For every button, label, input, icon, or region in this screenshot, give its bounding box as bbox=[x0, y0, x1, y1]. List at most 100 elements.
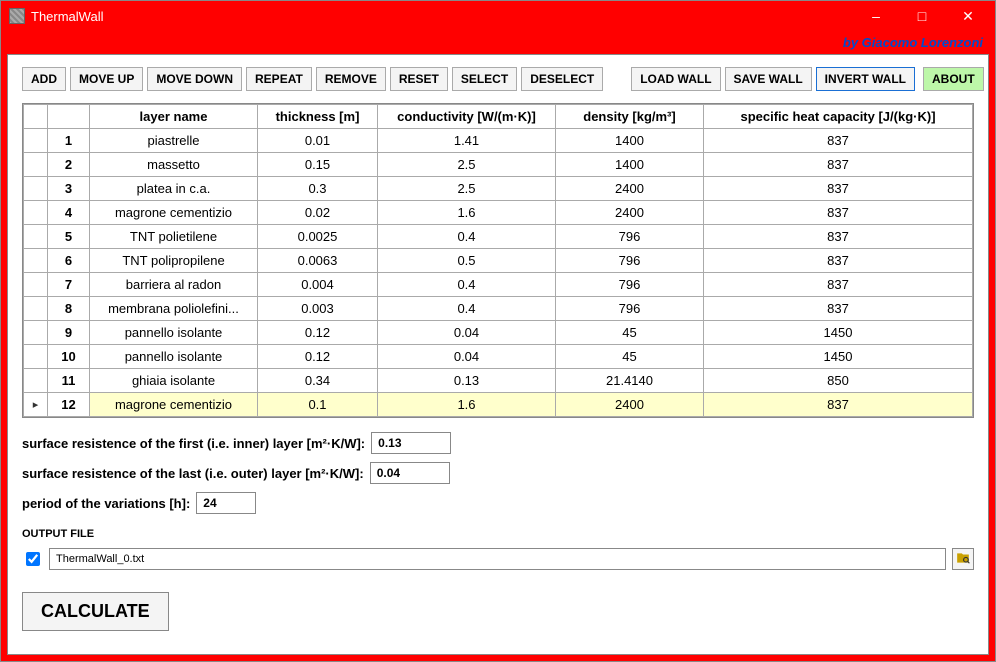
cell-shc[interactable]: 837 bbox=[704, 177, 973, 201]
cell-density[interactable]: 796 bbox=[556, 225, 704, 249]
table-row[interactable]: 5TNT polietilene0.00250.4796837 bbox=[24, 225, 973, 249]
cell-thickness[interactable]: 0.12 bbox=[258, 345, 378, 369]
cell-thickness[interactable]: 0.0025 bbox=[258, 225, 378, 249]
cell-thickness[interactable]: 0.003 bbox=[258, 297, 378, 321]
cell-layer-name[interactable]: pannello isolante bbox=[90, 321, 258, 345]
invert-wall-button[interactable]: INVERT WALL bbox=[816, 67, 915, 91]
output-file-path[interactable]: ThermalWall_0.txt bbox=[49, 548, 946, 570]
cell-layer-name[interactable]: magrone cementizio bbox=[90, 393, 258, 417]
cell-density[interactable]: 1400 bbox=[556, 153, 704, 177]
cell-thickness[interactable]: 0.15 bbox=[258, 153, 378, 177]
cell-conductivity[interactable]: 0.04 bbox=[378, 321, 556, 345]
add-button[interactable]: ADD bbox=[22, 67, 66, 91]
cell-layer-name[interactable]: pannello isolante bbox=[90, 345, 258, 369]
row-number: 8 bbox=[48, 297, 90, 321]
table-row[interactable]: 2massetto0.152.51400837 bbox=[24, 153, 973, 177]
cell-thickness[interactable]: 0.12 bbox=[258, 321, 378, 345]
cell-shc[interactable]: 837 bbox=[704, 225, 973, 249]
cell-shc[interactable]: 837 bbox=[704, 201, 973, 225]
cell-layer-name[interactable]: magrone cementizio bbox=[90, 201, 258, 225]
cell-shc[interactable]: 837 bbox=[704, 393, 973, 417]
cell-conductivity[interactable]: 0.13 bbox=[378, 369, 556, 393]
cell-density[interactable]: 2400 bbox=[556, 393, 704, 417]
reset-button[interactable]: RESET bbox=[390, 67, 448, 91]
cell-shc[interactable]: 850 bbox=[704, 369, 973, 393]
header-conductivity[interactable]: conductivity [W/(m·K)] bbox=[378, 105, 556, 129]
cell-layer-name[interactable]: TNT polietilene bbox=[90, 225, 258, 249]
rsi-input[interactable] bbox=[371, 432, 451, 454]
table-row[interactable]: ▸12magrone cementizio0.11.62400837 bbox=[24, 393, 973, 417]
table-row[interactable]: 3platea in c.a.0.32.52400837 bbox=[24, 177, 973, 201]
cell-thickness[interactable]: 0.3 bbox=[258, 177, 378, 201]
table-row[interactable]: 4magrone cementizio0.021.62400837 bbox=[24, 201, 973, 225]
maximize-button[interactable]: □ bbox=[899, 1, 945, 31]
cell-thickness[interactable]: 0.02 bbox=[258, 201, 378, 225]
cell-density[interactable]: 1400 bbox=[556, 129, 704, 153]
cell-shc[interactable]: 1450 bbox=[704, 321, 973, 345]
table-row[interactable]: 8membrana poliolefini...0.0030.4796837 bbox=[24, 297, 973, 321]
cell-shc[interactable]: 837 bbox=[704, 129, 973, 153]
cell-shc[interactable]: 837 bbox=[704, 249, 973, 273]
cell-layer-name[interactable]: membrana poliolefini... bbox=[90, 297, 258, 321]
calculate-button[interactable]: CALCULATE bbox=[22, 592, 169, 631]
cell-conductivity[interactable]: 2.5 bbox=[378, 177, 556, 201]
cell-conductivity[interactable]: 1.41 bbox=[378, 129, 556, 153]
cell-conductivity[interactable]: 1.6 bbox=[378, 393, 556, 417]
cell-conductivity[interactable]: 0.5 bbox=[378, 249, 556, 273]
table-row[interactable]: 7barriera al radon0.0040.4796837 bbox=[24, 273, 973, 297]
header-density[interactable]: density [kg/m³] bbox=[556, 105, 704, 129]
cell-layer-name[interactable]: piastrelle bbox=[90, 129, 258, 153]
table-row[interactable]: 10pannello isolante0.120.04451450 bbox=[24, 345, 973, 369]
header-layer-name[interactable]: layer name bbox=[90, 105, 258, 129]
cell-thickness[interactable]: 0.0063 bbox=[258, 249, 378, 273]
cell-conductivity[interactable]: 0.4 bbox=[378, 225, 556, 249]
cell-layer-name[interactable]: platea in c.a. bbox=[90, 177, 258, 201]
deselect-button[interactable]: DESELECT bbox=[521, 67, 603, 91]
close-button[interactable]: ✕ bbox=[945, 1, 991, 31]
cell-thickness[interactable]: 0.004 bbox=[258, 273, 378, 297]
cell-density[interactable]: 45 bbox=[556, 345, 704, 369]
header-thickness[interactable]: thickness [m] bbox=[258, 105, 378, 129]
load-wall-button[interactable]: LOAD WALL bbox=[631, 67, 720, 91]
table-row[interactable]: 1piastrelle0.011.411400837 bbox=[24, 129, 973, 153]
table-row[interactable]: 11ghiaia isolante0.340.1321.4140850 bbox=[24, 369, 973, 393]
cell-layer-name[interactable]: massetto bbox=[90, 153, 258, 177]
cell-conductivity[interactable]: 0.4 bbox=[378, 273, 556, 297]
move-up-button[interactable]: MOVE UP bbox=[70, 67, 143, 91]
select-button[interactable]: SELECT bbox=[452, 67, 517, 91]
move-down-button[interactable]: MOVE DOWN bbox=[147, 67, 242, 91]
period-input[interactable] bbox=[196, 492, 256, 514]
cell-layer-name[interactable]: TNT polipropilene bbox=[90, 249, 258, 273]
cell-density[interactable]: 796 bbox=[556, 249, 704, 273]
cell-shc[interactable]: 837 bbox=[704, 153, 973, 177]
cell-thickness[interactable]: 0.1 bbox=[258, 393, 378, 417]
cell-conductivity[interactable]: 1.6 bbox=[378, 201, 556, 225]
browse-button[interactable] bbox=[952, 548, 974, 570]
about-button[interactable]: ABOUT bbox=[923, 67, 984, 91]
table-row[interactable]: 9pannello isolante0.120.04451450 bbox=[24, 321, 973, 345]
cell-layer-name[interactable]: barriera al radon bbox=[90, 273, 258, 297]
repeat-button[interactable]: REPEAT bbox=[246, 67, 312, 91]
output-enable-checkbox[interactable] bbox=[26, 552, 40, 566]
cell-density[interactable]: 45 bbox=[556, 321, 704, 345]
cell-density[interactable]: 2400 bbox=[556, 177, 704, 201]
table-row[interactable]: 6TNT polipropilene0.00630.5796837 bbox=[24, 249, 973, 273]
cell-shc[interactable]: 1450 bbox=[704, 345, 973, 369]
cell-density[interactable]: 796 bbox=[556, 297, 704, 321]
header-shc[interactable]: specific heat capacity [J/(kg·K)] bbox=[704, 105, 973, 129]
cell-conductivity[interactable]: 2.5 bbox=[378, 153, 556, 177]
cell-shc[interactable]: 837 bbox=[704, 273, 973, 297]
cell-density[interactable]: 21.4140 bbox=[556, 369, 704, 393]
cell-conductivity[interactable]: 0.4 bbox=[378, 297, 556, 321]
cell-thickness[interactable]: 0.34 bbox=[258, 369, 378, 393]
cell-density[interactable]: 2400 bbox=[556, 201, 704, 225]
cell-layer-name[interactable]: ghiaia isolante bbox=[90, 369, 258, 393]
cell-thickness[interactable]: 0.01 bbox=[258, 129, 378, 153]
cell-conductivity[interactable]: 0.04 bbox=[378, 345, 556, 369]
cell-density[interactable]: 796 bbox=[556, 273, 704, 297]
save-wall-button[interactable]: SAVE WALL bbox=[725, 67, 812, 91]
minimize-button[interactable]: – bbox=[853, 1, 899, 31]
cell-shc[interactable]: 837 bbox=[704, 297, 973, 321]
rse-input[interactable] bbox=[370, 462, 450, 484]
remove-button[interactable]: REMOVE bbox=[316, 67, 386, 91]
